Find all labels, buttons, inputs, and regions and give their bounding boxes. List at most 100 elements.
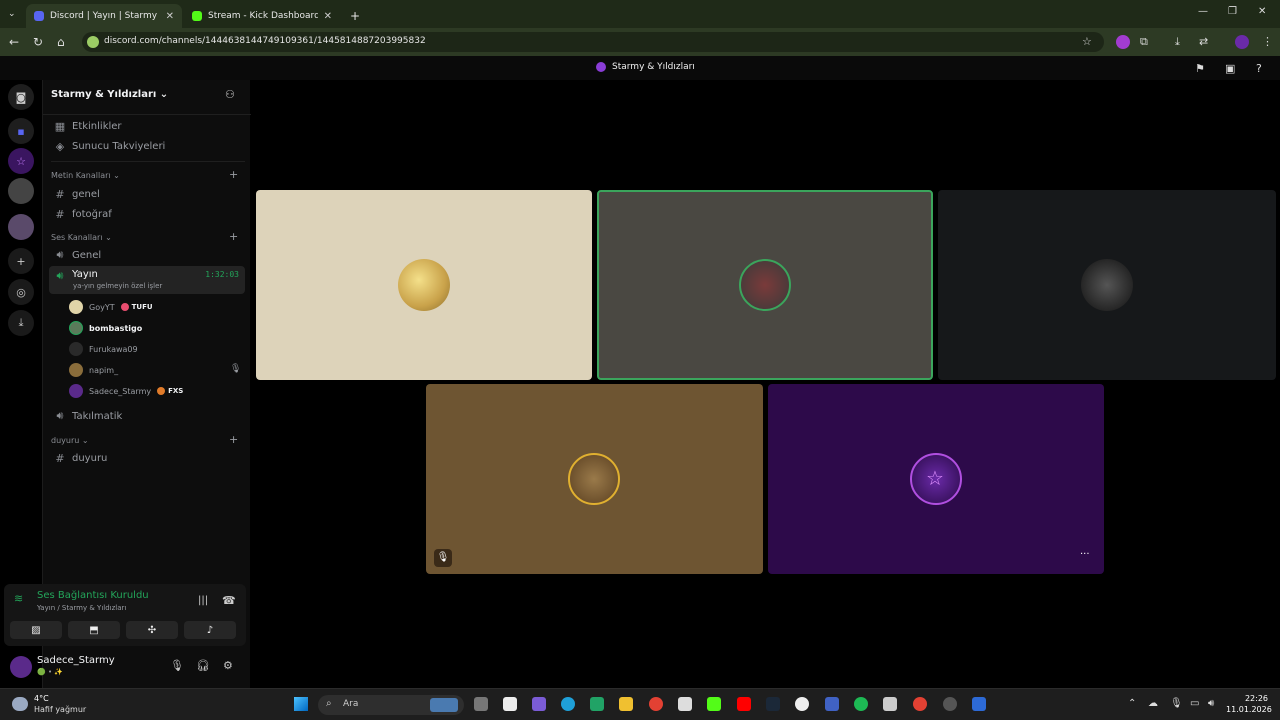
voice-connection-panel: ≋ Ses Bağlantısı Kuruldu Yayın / Starmy … (4, 584, 246, 646)
tab-discord[interactable]: Discord | Yayın | Starmy & Yı ✕ (26, 4, 182, 28)
server-group-icon[interactable] (8, 214, 34, 240)
bookmark-star-icon[interactable]: ☆ (1082, 35, 1092, 48)
app-icon[interactable] (825, 697, 839, 711)
voice-user[interactable]: Sadece_Starmy FXS (69, 383, 183, 399)
voice-user[interactable]: Furukawa09 (69, 341, 138, 357)
close-window-icon[interactable]: ✕ (1258, 6, 1266, 17)
voice-channel-takilmatik[interactable]: 🔊︎ Takılmatik (49, 407, 245, 425)
reload-icon[interactable]: ↻ (33, 35, 43, 49)
site-info-icon[interactable] (87, 36, 99, 48)
menu-icon[interactable]: ⋮ (1262, 35, 1273, 48)
store-icon[interactable] (883, 697, 897, 711)
taskbar-search[interactable]: ⌕ Ara (318, 695, 464, 715)
app-icon[interactable] (972, 697, 986, 711)
network-icon[interactable]: ▭ (1190, 698, 1199, 709)
voice-user[interactable]: napim_ (69, 362, 118, 378)
video-tile-bombastigo[interactable] (597, 190, 933, 380)
download-apps-icon[interactable]: ⤓ (8, 310, 34, 336)
direct-messages-icon[interactable]: ◙ (8, 84, 34, 110)
video-tile-starmy[interactable]: ☆ ··· (768, 384, 1104, 574)
user-panel: Sadece_Starmy 🟢 • ✨ 🎙︎ 🎧︎ ⚙ (4, 648, 246, 684)
volume-icon[interactable]: 🔊︎ (1208, 698, 1214, 709)
avatar (69, 363, 83, 377)
soundboard-button[interactable]: ♪ (184, 621, 236, 639)
invite-people-icon[interactable]: ⚇ (225, 88, 235, 101)
translate-icon[interactable]: ⇄ (1199, 35, 1208, 48)
chrome-icon[interactable] (649, 697, 663, 711)
events-item[interactable]: ▦ Etkinlikler (49, 117, 245, 135)
home-icon[interactable]: ⌂ (57, 35, 65, 49)
copilot-icon[interactable] (532, 697, 546, 711)
kick-icon[interactable] (707, 697, 721, 711)
disconnect-icon[interactable]: ☎ (222, 594, 236, 607)
channel-duyuru[interactable]: # duyuru (49, 449, 245, 467)
task-view-icon[interactable] (474, 697, 488, 711)
server-boosts-item[interactable]: ◈ Sunucu Takviyeleri (49, 137, 245, 155)
share-screen-button[interactable]: ⬒ (68, 621, 120, 639)
minimize-icon[interactable]: — (1198, 6, 1208, 17)
voice-channel-yayin[interactable]: 🔊︎ Yayın 1:32:03 ya-yın gelmeyin özel iş… (49, 266, 245, 294)
server-starmy-icon[interactable]: ☆ (8, 148, 34, 174)
onedrive-icon[interactable]: ☁ (1148, 698, 1158, 709)
excel-icon[interactable] (590, 697, 604, 711)
app-icon[interactable] (943, 697, 957, 711)
extensions-puzzle-icon[interactable]: ⧉ (1140, 35, 1148, 49)
avatar[interactable] (10, 656, 32, 678)
flag-icon[interactable]: ⚑ (1195, 62, 1205, 75)
headphones-icon[interactable]: 🎧︎ (196, 659, 210, 672)
noise-suppression-icon[interactable]: ||| (198, 595, 208, 606)
category-voice-channels[interactable]: Ses Kanalları ⌄ (51, 233, 112, 242)
steam-icon[interactable] (766, 697, 780, 711)
tray-chevron-icon[interactable]: ⌃ (1128, 698, 1136, 709)
windows-start-icon[interactable] (294, 697, 308, 711)
server-avatar-icon[interactable] (8, 178, 34, 204)
more-options-icon[interactable]: ··· (1080, 549, 1090, 560)
server-folder-icon[interactable]: ▪ (8, 118, 34, 144)
tab-search-icon[interactable]: ⌄ (8, 7, 16, 21)
file-explorer-icon[interactable] (619, 697, 633, 711)
extension-icon[interactable] (1116, 35, 1130, 49)
settings-gear-icon[interactable]: ⚙ (223, 659, 233, 672)
address-bar[interactable]: discord.com/channels/1444638144749109361… (82, 32, 1104, 52)
help-icon[interactable]: ? (1256, 62, 1262, 75)
back-icon[interactable]: ← (9, 35, 19, 49)
add-channel-icon[interactable]: + (229, 168, 238, 181)
server-name-header[interactable]: Starmy & Yıldızları ⌄ (51, 89, 168, 100)
camera-off-button[interactable]: ▨ (10, 621, 62, 639)
download-icon[interactable]: ⤓ (1175, 35, 1180, 49)
app-icon[interactable] (678, 697, 692, 711)
spotify-icon[interactable] (854, 697, 868, 711)
video-tile-furukawa[interactable] (938, 190, 1276, 380)
channel-genel[interactable]: # genel (49, 185, 245, 203)
add-server-icon[interactable]: + (8, 248, 34, 274)
voice-user[interactable]: bombastigo (69, 320, 142, 336)
voice-channel-genel[interactable]: 🔊︎ Genel (49, 246, 245, 264)
video-tile-napim[interactable]: 🎙︎ (426, 384, 763, 574)
microphone-icon[interactable]: 🎙︎ (170, 659, 184, 672)
category-duyuru[interactable]: duyuru ⌄ (51, 436, 89, 445)
new-tab-button[interactable]: + (342, 4, 362, 28)
close-tab-icon[interactable]: ✕ (166, 11, 174, 22)
discover-icon[interactable]: ◎ (8, 279, 34, 305)
voice-user[interactable]: GoyYT TUFU (69, 299, 153, 315)
notepad-icon[interactable] (503, 697, 517, 711)
close-tab-icon[interactable]: ✕ (324, 11, 332, 22)
mic-tray-icon[interactable]: 🎙︎ (1170, 698, 1183, 709)
connection-signal-icon[interactable]: ≋ (14, 592, 23, 605)
speaker-icon: 🔊︎ (56, 269, 64, 282)
restore-icon[interactable]: ❐ (1228, 6, 1237, 17)
edge-icon[interactable] (561, 697, 575, 711)
youtube-icon[interactable] (737, 697, 751, 711)
activities-button[interactable]: ✣ (126, 621, 178, 639)
inbox-icon[interactable]: ▣ (1225, 62, 1235, 75)
channel-fotograf[interactable]: # fotoğraf (49, 205, 245, 223)
category-text-channels[interactable]: Metin Kanalları ⌄ (51, 171, 120, 180)
weather-cloud-icon[interactable] (12, 697, 28, 711)
add-channel-icon[interactable]: + (229, 433, 238, 446)
add-channel-icon[interactable]: + (229, 230, 238, 243)
chrome-active-icon[interactable] (913, 697, 927, 711)
tab-kick[interactable]: Stream - Kick Dashboard ✕ (184, 4, 340, 28)
github-icon[interactable] (795, 697, 809, 711)
video-tile-goyyt[interactable] (256, 190, 592, 380)
profile-icon[interactable] (1235, 35, 1249, 49)
